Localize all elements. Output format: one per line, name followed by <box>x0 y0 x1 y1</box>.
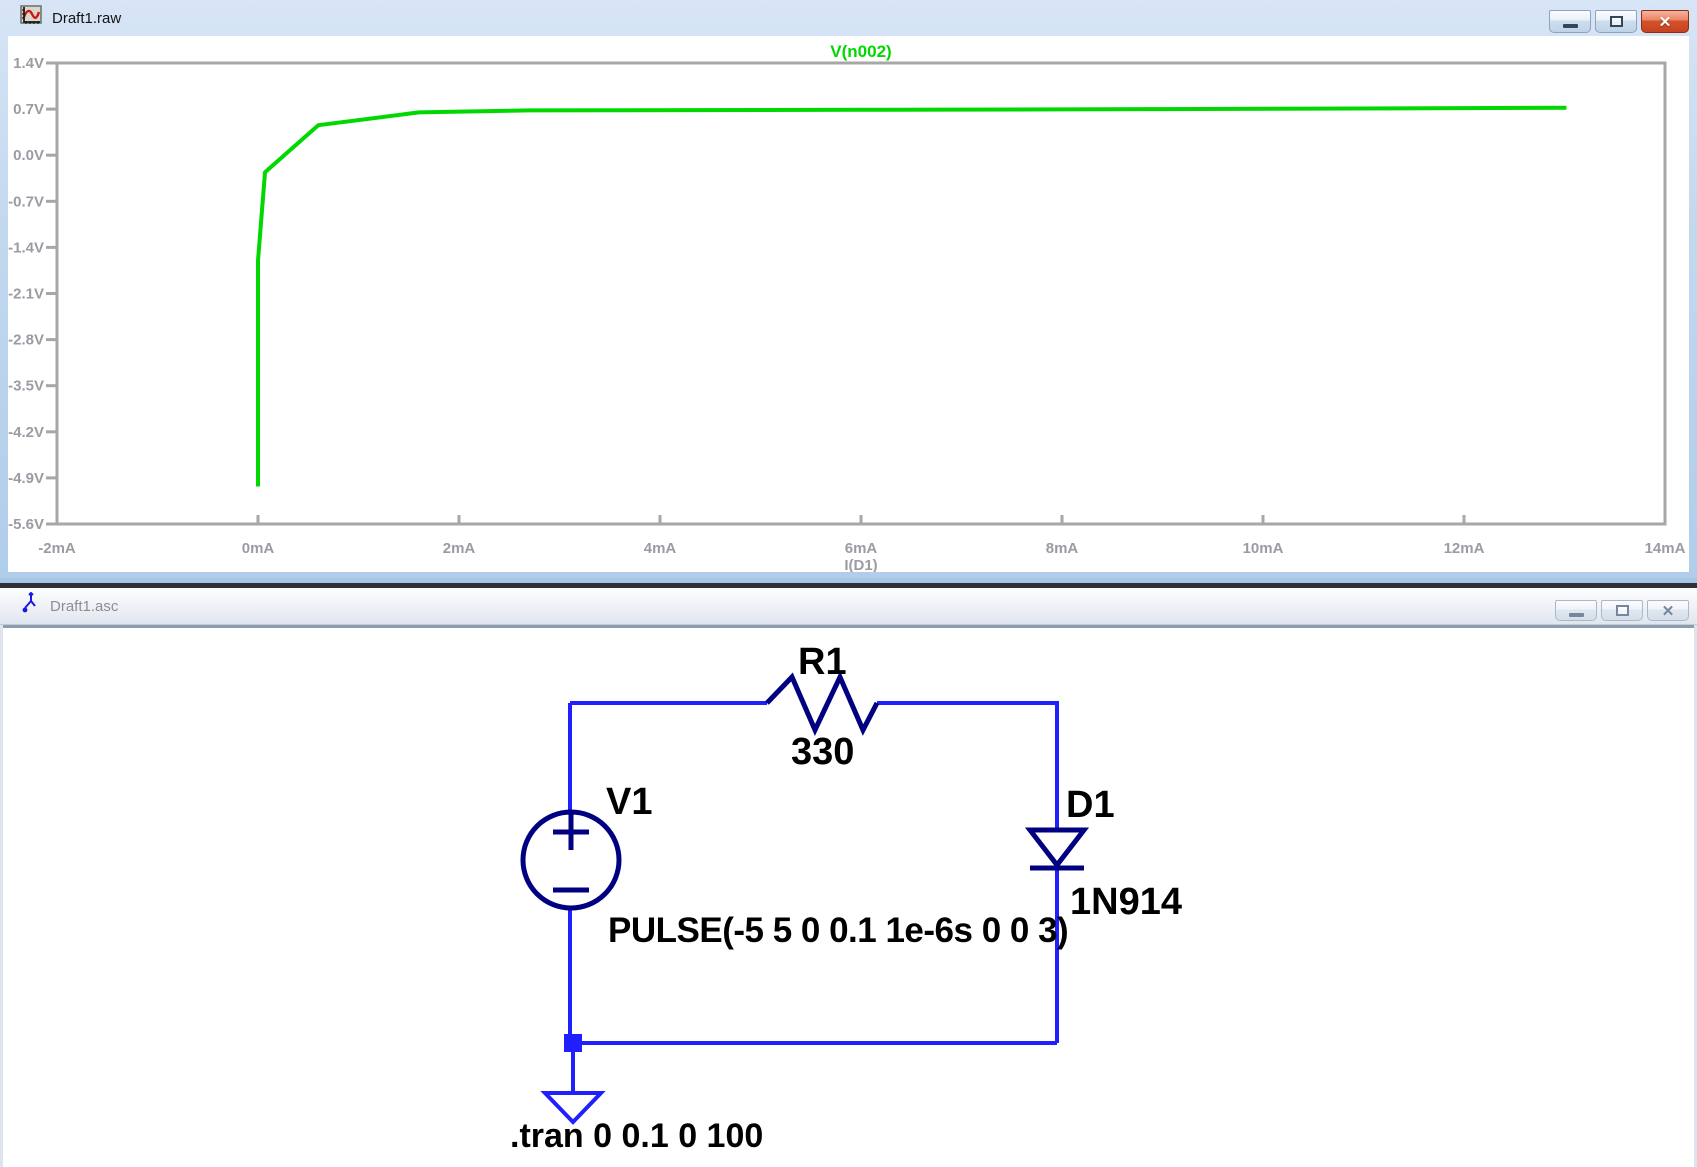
schematic-window-title: Draft1.asc <box>50 598 118 615</box>
waveform-window: Draft1.raw ✕ 1.4V 0.7V 0.0V -0.7V -1.4V -2.1V… <box>0 0 1697 578</box>
y-tick-label: -4.9V <box>8 470 44 487</box>
y-tick-label: -2.1V <box>8 286 44 303</box>
y-tick-label: 0.7V <box>13 101 44 118</box>
close-button[interactable]: ✕ <box>1641 10 1689 33</box>
minimize-button[interactable] <box>1555 600 1597 621</box>
maximize-button[interactable] <box>1595 10 1637 33</box>
waveform-window-titlebar[interactable]: Draft1.raw ✕ <box>0 0 1697 36</box>
y-tick-label: -2.8V <box>8 332 44 349</box>
schematic-window-titlebar[interactable]: Draft1.asc ✕ <box>0 588 1697 625</box>
close-button[interactable]: ✕ <box>1647 600 1689 621</box>
y-tick-label: -0.7V <box>8 193 44 210</box>
minimize-button[interactable] <box>1549 10 1591 33</box>
diode-D1[interactable]: D1 1N914 <box>1030 784 1182 923</box>
schematic-canvas[interactable]: R1 330 V1 PULSE(-5 5 0 0.1 1e-6s 0 0 3) … <box>3 625 1694 1167</box>
x-axis-label: I(D1) <box>844 557 877 572</box>
y-tick-label: 0.0V <box>13 147 44 164</box>
schematic-icon <box>20 592 40 621</box>
waveform-icon <box>20 5 42 31</box>
x-tick-label: 4mA <box>644 540 677 557</box>
x-tick-label: 6mA <box>845 540 878 557</box>
resistor-ref-label[interactable]: R1 <box>798 641 847 683</box>
plot-canvas[interactable]: 1.4V 0.7V 0.0V -0.7V -1.4V -2.1V -2.8V -3.5V -4.… <box>8 36 1689 572</box>
schematic-drawing[interactable]: R1 330 V1 PULSE(-5 5 0 0.1 1e-6s 0 0 3) … <box>3 628 1694 1167</box>
spice-directive[interactable]: .tran 0 0.1 0 100 <box>510 1117 763 1155</box>
close-icon: ✕ <box>1659 13 1672 31</box>
trace-legend[interactable]: V(n002) <box>830 42 891 61</box>
resistor-value-label[interactable]: 330 <box>791 731 854 773</box>
minimize-icon <box>1569 613 1584 617</box>
x-tick-label: 8mA <box>1046 540 1079 557</box>
y-tick-label: 1.4V <box>13 55 44 72</box>
close-icon: ✕ <box>1662 602 1675 620</box>
minimize-icon <box>1563 24 1578 28</box>
x-tick-label: 10mA <box>1243 540 1284 557</box>
x-tick-label: 12mA <box>1444 540 1485 557</box>
y-tick-label: -3.5V <box>8 378 44 395</box>
diode-ref-label[interactable]: D1 <box>1066 784 1115 826</box>
resistor-R1[interactable]: R1 330 <box>767 641 877 773</box>
x-tick-label: 0mA <box>242 540 275 557</box>
voltage-source-V1[interactable]: V1 PULSE(-5 5 0 0.1 1e-6s 0 0 3) <box>523 781 1068 950</box>
maximize-icon <box>1616 605 1629 616</box>
plot-pane[interactable]: 1.4V 0.7V 0.0V -0.7V -1.4V -2.1V -2.8V -3.5V -4.… <box>8 36 1689 572</box>
source-ref-label[interactable]: V1 <box>606 781 652 823</box>
x-tick-label: 14mA <box>1645 540 1686 557</box>
schematic-window: Draft1.asc ✕ R1 330 <box>0 583 1697 1167</box>
plot-frame <box>57 63 1665 524</box>
maximize-button[interactable] <box>1601 600 1643 621</box>
diode-value-label[interactable]: 1N914 <box>1070 881 1182 923</box>
y-tick-label: -4.2V <box>8 424 44 441</box>
x-tick-label: 2mA <box>443 540 476 557</box>
trace-vn002[interactable] <box>258 108 1565 485</box>
maximize-icon <box>1610 16 1623 27</box>
y-tick-label: -1.4V <box>8 239 44 256</box>
source-value-label[interactable]: PULSE(-5 5 0 0.1 1e-6s 0 0 3) <box>608 911 1068 950</box>
waveform-window-title: Draft1.raw <box>52 10 121 27</box>
x-tick-label: -2mA <box>38 540 76 557</box>
y-tick-label: -5.6V <box>8 516 44 533</box>
plus-icon <box>553 814 589 850</box>
wire-junction[interactable] <box>564 1034 582 1052</box>
